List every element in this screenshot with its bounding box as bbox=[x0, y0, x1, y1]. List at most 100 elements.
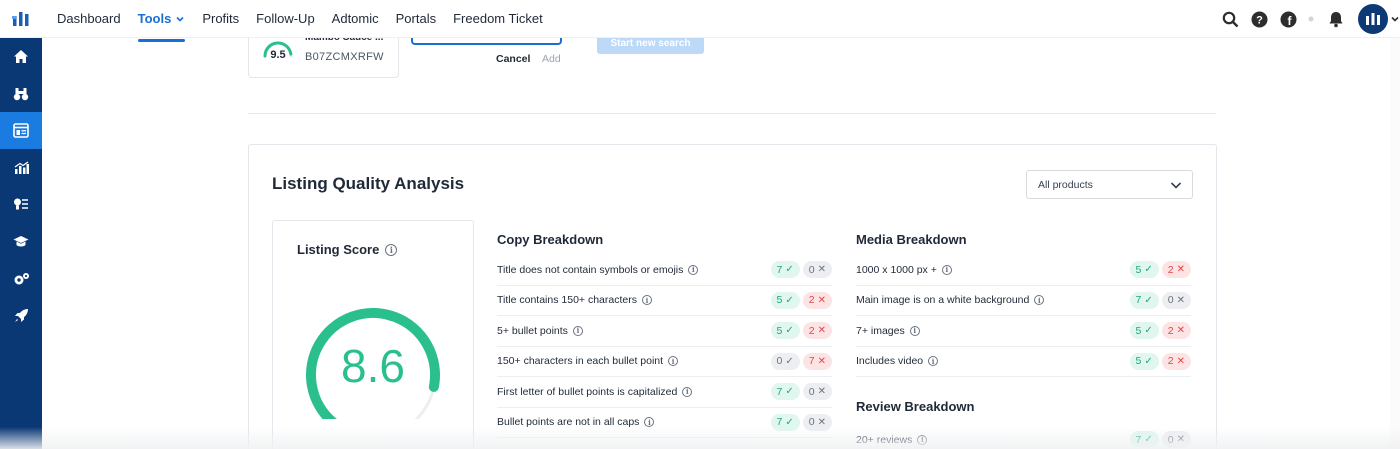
page-scrollbar[interactable] bbox=[1390, 38, 1400, 449]
info-icon[interactable]: i bbox=[385, 243, 398, 256]
fail-count: 0 bbox=[808, 385, 815, 398]
pass-count: 7 bbox=[776, 263, 783, 276]
pass-count-pill[interactable]: 5 ✓ bbox=[1129, 352, 1159, 370]
check-icon: ✓ bbox=[1144, 325, 1153, 337]
add-button[interactable]: Add bbox=[542, 53, 561, 65]
info-icon[interactable]: i bbox=[644, 417, 655, 428]
fail-count: 0 bbox=[808, 416, 815, 429]
info-icon[interactable]: i bbox=[668, 356, 679, 367]
sidebar-item-research[interactable] bbox=[0, 75, 42, 112]
main-content: 9.5 Mambo Sauce ... B07ZCMXRFW Cancel Ad… bbox=[42, 32, 1400, 449]
copy-breakdown-title: Copy Breakdown bbox=[497, 232, 604, 247]
fail-count: 0 bbox=[1167, 294, 1174, 307]
home-icon bbox=[14, 50, 28, 63]
check-icon: ✓ bbox=[785, 355, 794, 367]
criterion-text: First letter of bullet points is capital… bbox=[497, 385, 678, 398]
sidebar-item-academy[interactable] bbox=[0, 223, 42, 260]
nav-link-adtomic[interactable]: Adtomic bbox=[332, 0, 379, 38]
search-icon[interactable] bbox=[1221, 10, 1239, 28]
pass-count-pill[interactable]: 5 ✓ bbox=[770, 322, 800, 340]
product-filter-dropdown[interactable]: All products bbox=[1026, 170, 1193, 199]
breakdown-row-label: Includes video i bbox=[856, 355, 939, 367]
check-icon: ✓ bbox=[785, 264, 794, 276]
sidebar-item-listing-builder[interactable] bbox=[0, 112, 42, 149]
fail-count: 0 bbox=[808, 263, 815, 276]
pass-count-pill[interactable]: 5 ✓ bbox=[1129, 261, 1159, 279]
cancel-button[interactable]: Cancel bbox=[496, 53, 530, 65]
info-icon[interactable]: i bbox=[688, 264, 699, 275]
check-icon: ✓ bbox=[785, 416, 794, 428]
x-icon: ✕ bbox=[817, 264, 826, 276]
fail-count-pill[interactable]: 2 ✕ bbox=[1161, 322, 1191, 340]
media-breakdown: Media Breakdown 1000 x 1000 px + i 5 ✓ 2 ✕ Mai… bbox=[856, 220, 1191, 449]
pass-count-pill[interactable]: 7 ✓ bbox=[770, 383, 800, 401]
fail-count: 2 bbox=[1167, 324, 1174, 337]
check-icon: ✓ bbox=[785, 325, 794, 337]
x-icon: ✕ bbox=[817, 355, 826, 367]
info-icon[interactable]: i bbox=[928, 356, 939, 367]
breakdown-row: Main image is on a white background i 7 ✓ 0 ✕ bbox=[856, 286, 1191, 316]
sidebar-item-launch[interactable] bbox=[0, 297, 42, 334]
check-icon: ✓ bbox=[1144, 434, 1153, 446]
pass-count: 5 bbox=[776, 324, 783, 337]
pass-count: 5 bbox=[1135, 324, 1142, 337]
pass-count-pill[interactable]: 7 ✓ bbox=[770, 413, 800, 431]
copy-breakdown: Copy Breakdown Title does not contain sy… bbox=[497, 220, 832, 438]
info-icon[interactable]: i bbox=[941, 264, 952, 275]
sidebar-item-keywords[interactable] bbox=[0, 186, 42, 223]
fail-count-pill[interactable]: 2 ✕ bbox=[1161, 261, 1191, 279]
pass-count-pill[interactable]: 5 ✓ bbox=[1129, 322, 1159, 340]
nav-link-portals[interactable]: Portals bbox=[396, 0, 436, 38]
fail-count-pill[interactable]: 7 ✕ bbox=[802, 352, 832, 370]
info-icon[interactable]: i bbox=[682, 386, 693, 397]
sidebar-item-analytics[interactable] bbox=[0, 149, 42, 186]
sidebar-item-home[interactable] bbox=[0, 38, 42, 75]
pass-count-pill[interactable]: 7 ✓ bbox=[1129, 431, 1159, 449]
facebook-icon[interactable]: f bbox=[1279, 10, 1297, 28]
check-icon: ✓ bbox=[1144, 355, 1153, 367]
fail-count-pill[interactable]: 0 ✕ bbox=[802, 261, 832, 279]
pass-count: 7 bbox=[1135, 294, 1142, 307]
result-pills: 7 ✓ 0 ✕ bbox=[1127, 431, 1191, 449]
info-icon[interactable]: i bbox=[909, 325, 920, 336]
sidebar-item-settings[interactable] bbox=[0, 260, 42, 297]
bell-icon[interactable] bbox=[1327, 10, 1345, 28]
svg-text:?: ? bbox=[1256, 14, 1263, 26]
nav-link-freedom-ticket[interactable]: Freedom Ticket bbox=[453, 0, 543, 38]
fail-count-pill[interactable]: 0 ✕ bbox=[1161, 431, 1191, 449]
info-icon[interactable]: i bbox=[917, 434, 928, 445]
help-icon[interactable]: ? bbox=[1250, 10, 1268, 28]
nav-link-tools[interactable]: Tools bbox=[137, 0, 186, 42]
breakdown-row-label: 150+ characters in each bullet point i bbox=[497, 355, 679, 367]
fail-count-pill[interactable]: 2 ✕ bbox=[802, 291, 832, 309]
pass-count-pill[interactable]: 7 ✓ bbox=[1129, 291, 1159, 309]
fail-count-pill[interactable]: 0 ✕ bbox=[802, 383, 832, 401]
chevron-down-icon[interactable] bbox=[1390, 10, 1400, 28]
pass-count-pill[interactable]: 7 ✓ bbox=[770, 261, 800, 279]
lightbulb-list-icon bbox=[14, 198, 28, 210]
info-icon[interactable]: i bbox=[1034, 295, 1045, 306]
nav-link-follow-up[interactable]: Follow-Up bbox=[256, 0, 315, 38]
start-new-search-label: Start new search bbox=[610, 38, 691, 49]
breakdown-row-label: Title does not contain symbols or emojis… bbox=[497, 264, 699, 276]
nav-link-profits[interactable]: Profits bbox=[202, 0, 239, 38]
criterion-text: 1000 x 1000 px + bbox=[856, 263, 937, 276]
separator-dot-icon bbox=[1308, 10, 1314, 28]
nav-link-dashboard[interactable]: Dashboard bbox=[57, 0, 121, 38]
info-icon[interactable]: i bbox=[641, 295, 652, 306]
info-icon[interactable]: i bbox=[572, 325, 583, 336]
fail-count-pill[interactable]: 0 ✕ bbox=[1161, 291, 1191, 309]
pass-count-pill[interactable]: 5 ✓ bbox=[770, 291, 800, 309]
fail-count-pill[interactable]: 2 ✕ bbox=[802, 322, 832, 340]
fail-count-pill[interactable]: 2 ✕ bbox=[1161, 352, 1191, 370]
product-asin: B07ZCMXRFW bbox=[305, 51, 384, 63]
logo-icon[interactable] bbox=[0, 0, 42, 38]
pass-count: 7 bbox=[776, 416, 783, 429]
breakdown-row-label: 20+ reviews i bbox=[856, 434, 928, 446]
x-icon: ✕ bbox=[817, 416, 826, 428]
pass-count-pill[interactable]: 0 ✓ bbox=[770, 352, 800, 370]
fail-count: 7 bbox=[808, 355, 815, 368]
product-card[interactable]: 9.5 Mambo Sauce ... B07ZCMXRFW bbox=[248, 32, 399, 78]
user-avatar[interactable] bbox=[1358, 4, 1388, 34]
fail-count-pill[interactable]: 0 ✕ bbox=[802, 413, 832, 431]
